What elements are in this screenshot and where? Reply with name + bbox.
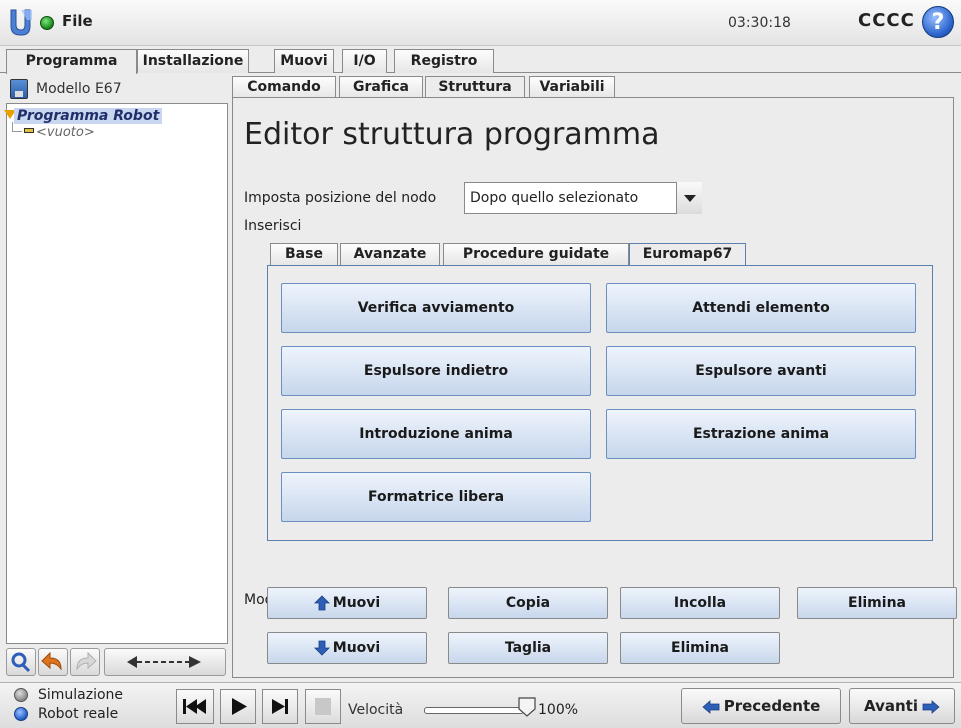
stop-icon — [315, 698, 331, 715]
arrow-down-icon — [313, 640, 330, 656]
tab-base[interactable]: Base — [270, 243, 338, 265]
speed-label: Velocità — [348, 702, 404, 718]
tab-programma[interactable]: Programma — [6, 49, 137, 74]
node-position-label: Imposta posizione del nodo — [244, 190, 437, 206]
real-robot-label: Robot reale — [38, 706, 119, 722]
tree-root-node[interactable]: Programma Robot — [14, 108, 163, 124]
left-right-arrow-icon — [127, 656, 201, 668]
tab-variabili[interactable]: Variabili — [529, 76, 615, 98]
tab-procedure-guidate[interactable]: Procedure guidate — [443, 243, 629, 265]
page-title: Editor struttura programma — [244, 117, 660, 152]
tab-muovi[interactable]: Muovi — [274, 49, 334, 73]
real-robot-radio[interactable] — [14, 707, 28, 721]
robot-name: CCCC — [858, 10, 915, 31]
step-button[interactable] — [262, 689, 298, 724]
move-up-label: Muovi — [332, 595, 381, 611]
tree-connector — [12, 122, 22, 132]
skip-back-icon — [183, 699, 206, 714]
tab-comando[interactable]: Comando — [232, 76, 336, 98]
clock: 03:30:18 — [728, 15, 791, 31]
delete-button[interactable]: Elimina — [620, 632, 780, 664]
step-forward-icon — [272, 699, 288, 714]
search-button[interactable] — [6, 648, 36, 676]
redo-button[interactable] — [70, 648, 100, 676]
delete-top-button[interactable]: Elimina — [797, 587, 957, 619]
undo-icon — [41, 651, 62, 671]
cut-button[interactable]: Taglia — [448, 632, 608, 664]
speed-slider-track[interactable] — [424, 707, 524, 714]
move-down-label: Muovi — [332, 640, 381, 656]
next-button[interactable]: Avanti — [849, 688, 955, 724]
ur-logo-icon — [10, 9, 32, 36]
empty-node-icon — [24, 128, 34, 133]
core-out-button[interactable]: Estrazione anima — [606, 409, 916, 459]
previous-label: Precedente — [723, 697, 821, 715]
move-up-button[interactable]: Muovi — [267, 587, 427, 619]
move-down-button[interactable]: Muovi — [267, 632, 427, 664]
ejector-back-button[interactable]: Espulsore indietro — [281, 346, 591, 396]
simulation-radio[interactable] — [14, 688, 28, 702]
next-label: Avanti — [864, 697, 918, 715]
ejector-forward-button[interactable]: Espulsore avanti — [606, 346, 916, 396]
tab-installazione[interactable]: Installazione — [137, 49, 249, 73]
tab-io[interactable]: I/O — [342, 49, 387, 73]
core-in-button[interactable]: Introduzione anima — [281, 409, 591, 459]
insert-label: Inserisci — [244, 218, 302, 234]
file-menu[interactable]: File — [62, 12, 93, 30]
arrow-right-icon — [922, 699, 940, 714]
arrow-left-icon — [702, 699, 720, 714]
top-bar — [0, 0, 961, 46]
help-icon[interactable]: ? — [922, 6, 954, 38]
chevron-down-icon[interactable] — [676, 182, 702, 214]
speed-slider-handle[interactable] — [518, 697, 536, 717]
move-node-button[interactable] — [104, 648, 226, 676]
copy-button[interactable]: Copia — [448, 587, 608, 619]
stop-button[interactable] — [305, 689, 341, 724]
node-position-value: Dopo quello selezionato — [470, 190, 639, 206]
simulation-label: Simulazione — [38, 687, 124, 703]
program-file-name: Modello E67 — [36, 81, 122, 97]
tab-euromap67[interactable]: Euromap67 — [629, 243, 746, 266]
speed-value: 100% — [538, 702, 579, 718]
verify-startup-button[interactable]: Verifica avviamento — [281, 283, 591, 333]
save-file-icon[interactable] — [10, 79, 28, 99]
undo-button[interactable] — [38, 648, 68, 676]
redo-icon — [76, 651, 97, 671]
search-icon — [11, 652, 31, 673]
tab-struttura[interactable]: Struttura — [425, 76, 525, 98]
paste-button[interactable]: Incolla — [620, 587, 780, 619]
status-dot-icon — [40, 16, 54, 30]
play-button[interactable] — [220, 689, 256, 724]
arrow-up-icon — [313, 595, 330, 611]
wait-element-button[interactable]: Attendi elemento — [606, 283, 916, 333]
skip-back-button[interactable] — [176, 689, 214, 724]
program-tree[interactable] — [6, 103, 228, 644]
previous-button[interactable]: Precedente — [681, 688, 841, 724]
play-icon — [232, 698, 247, 715]
tab-avanzate[interactable]: Avanzate — [340, 243, 440, 265]
tab-grafica[interactable]: Grafica — [339, 76, 423, 98]
tab-registro[interactable]: Registro — [394, 49, 494, 73]
free-molder-button[interactable]: Formatrice libera — [281, 472, 591, 522]
tree-child-node[interactable]: <vuoto> — [36, 125, 95, 140]
